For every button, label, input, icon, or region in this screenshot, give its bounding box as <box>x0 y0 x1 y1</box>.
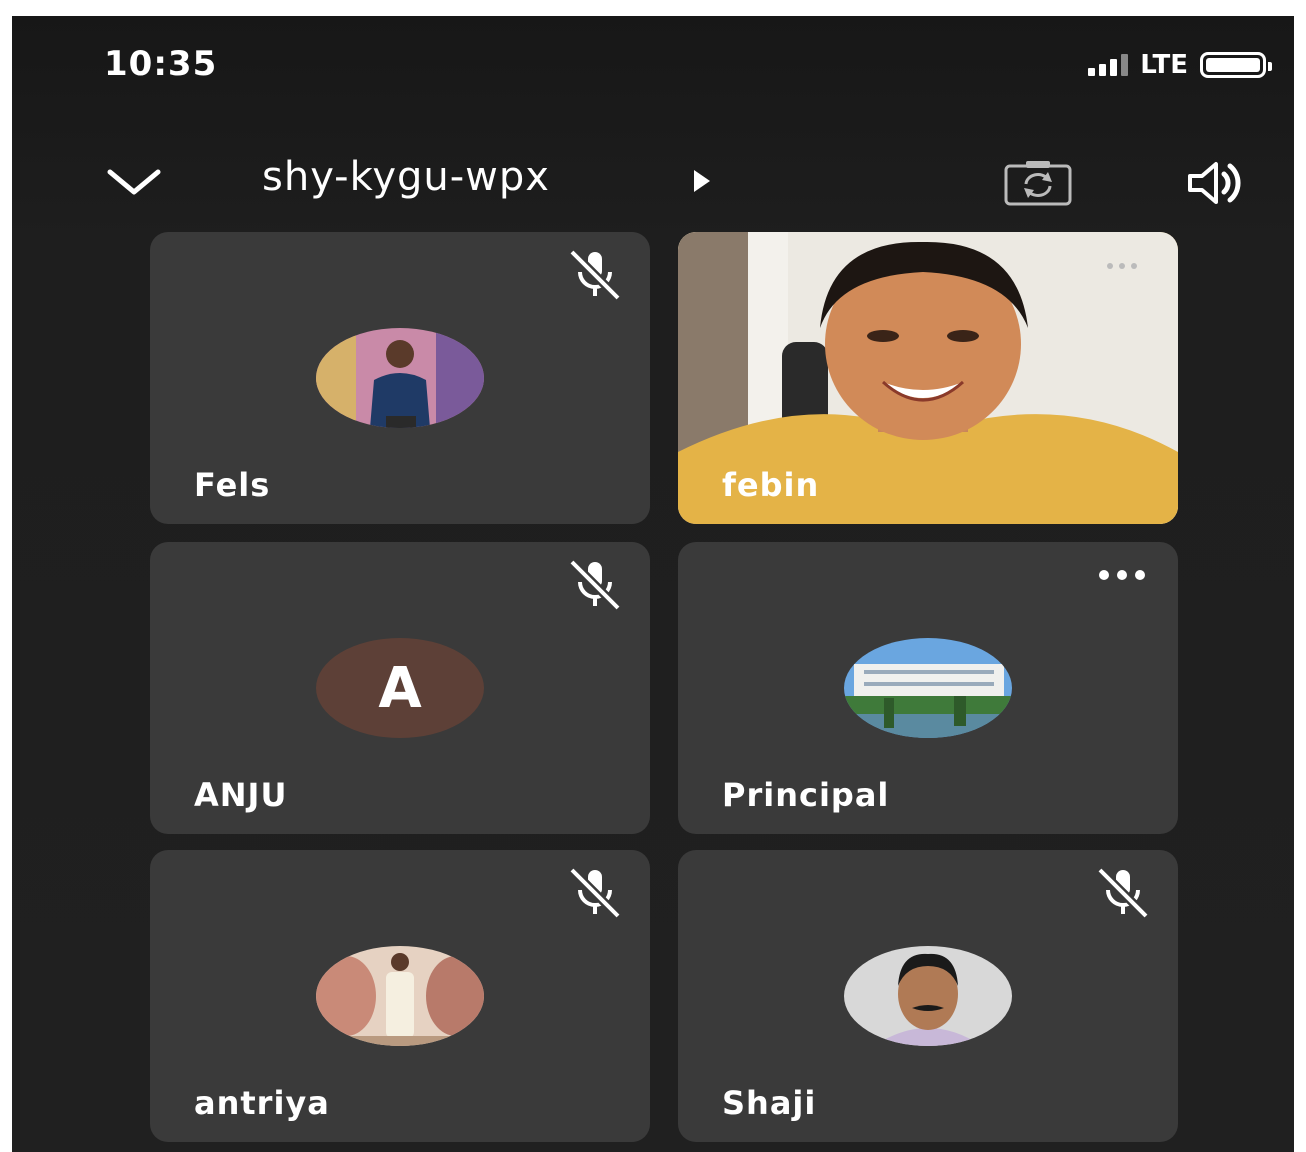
participant-name: Fels <box>194 466 271 504</box>
mic-off-icon <box>568 248 622 302</box>
participant-tile-antriya[interactable]: antriya <box>150 850 650 1142</box>
avatar <box>844 946 1012 1046</box>
chevron-down-icon[interactable] <box>104 162 164 202</box>
avatar <box>316 946 484 1046</box>
status-icons: LTE <box>1088 50 1272 80</box>
participant-tile-febin[interactable]: febin <box>678 232 1178 524</box>
signal-icon <box>1088 54 1129 76</box>
avatar <box>844 638 1012 738</box>
mic-off-icon <box>568 866 622 920</box>
avatar <box>316 328 484 428</box>
participant-tile-anju[interactable]: A ANJU <box>150 542 650 834</box>
switch-camera-icon[interactable] <box>1002 158 1074 208</box>
participant-tile-fels[interactable]: Fels <box>150 232 650 524</box>
avatar: A <box>316 638 484 738</box>
participant-name: antriya <box>194 1084 330 1122</box>
phone-screen: 10:35 LTE shy-kygu-wpx Fels febin A ANJU… <box>12 16 1294 1152</box>
participant-name: Shaji <box>722 1084 817 1122</box>
more-options-icon[interactable] <box>1092 566 1152 584</box>
status-time: 10:35 <box>104 44 218 84</box>
participant-name: febin <box>722 466 820 504</box>
meeting-top-bar: shy-kygu-wpx <box>12 146 1294 216</box>
avatar-letter: A <box>378 655 422 721</box>
network-label: LTE <box>1140 50 1188 80</box>
participant-tile-principal[interactable]: Principal <box>678 542 1178 834</box>
battery-icon <box>1200 52 1272 78</box>
participant-tile-shaji[interactable]: Shaji <box>678 850 1178 1142</box>
mic-off-icon <box>568 558 622 612</box>
play-arrow-icon[interactable] <box>694 170 710 192</box>
participant-name: Principal <box>722 776 890 814</box>
meeting-code[interactable]: shy-kygu-wpx <box>262 154 550 200</box>
mic-off-icon <box>1096 866 1150 920</box>
speaker-icon[interactable] <box>1184 158 1252 208</box>
participant-name: ANJU <box>194 776 288 814</box>
